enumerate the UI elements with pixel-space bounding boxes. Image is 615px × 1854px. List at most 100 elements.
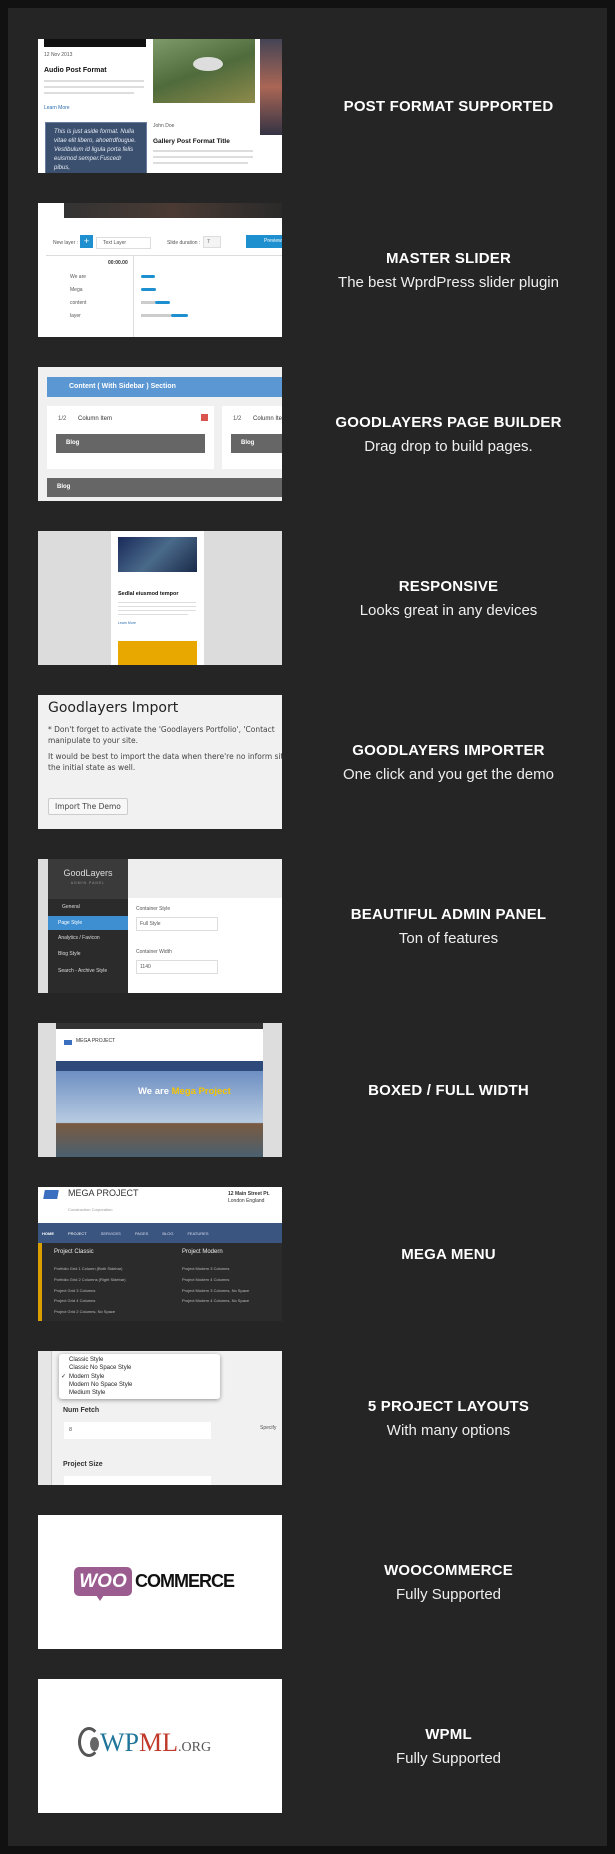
feature-title: WOOCOMMERCE [384, 1561, 513, 1579]
preview-button[interactable]: Preview [246, 235, 282, 248]
site-logo: MEGA PROJECT [76, 1038, 116, 1044]
mega-menu-link[interactable]: Project Modern 4 Columns [182, 1275, 249, 1286]
feature-title: GOODLAYERS IMPORTER [352, 741, 545, 759]
num-fetch-input[interactable]: 8 [64, 1422, 211, 1439]
admin-panel-screenshot: GoodLayers ADMIN PANEL General Page Styl… [38, 859, 282, 993]
blog-item[interactable]: Blog [47, 478, 282, 497]
admin-menu-blog-style[interactable]: Blog Style [48, 947, 128, 961]
mega-menu-screenshot: MEGA PROJECT Construction Corporation 12… [38, 1187, 282, 1321]
hero-text: We are [138, 1086, 169, 1097]
mega-menu-link[interactable]: Project Modern 3 Columns, No Space [182, 1286, 249, 1297]
layer-type-select[interactable]: Text Layer [96, 237, 151, 249]
nav-home[interactable]: HOME [42, 1231, 54, 1236]
slide-duration-label: Slide duration : [167, 240, 201, 246]
feature-title: MASTER SLIDER [385, 249, 512, 267]
container-width-input[interactable]: 1140 [136, 960, 218, 974]
nav-pages[interactable]: PAGES [135, 1231, 149, 1236]
dropdown-option[interactable]: Classic Style [59, 1356, 220, 1364]
feature-subtitle: Ton of features [398, 929, 499, 947]
option-label: Modern No Space Style [69, 1381, 133, 1388]
hero-highlight: Mega Project [171, 1086, 231, 1097]
nav-project[interactable]: PROJECT [68, 1231, 87, 1236]
admin-menu-general[interactable]: General [48, 899, 128, 916]
learn-more-link[interactable]: Learn More [118, 621, 136, 625]
container-style-select[interactable]: Full Style [136, 917, 218, 931]
feature-mega-menu: MEGA PROJECT Construction Corporation 12… [38, 1187, 607, 1321]
site-logo: MEGA PROJECT [68, 1188, 139, 1198]
column-size[interactable]: 1/2 [58, 416, 66, 422]
field-hint: Specify [260, 1425, 277, 1431]
logo-icon [43, 1190, 59, 1199]
admin-menu-page-style[interactable]: Page Style [48, 916, 128, 930]
slide-duration-input[interactable]: 7 [203, 236, 221, 248]
field-label: Container Style [136, 906, 171, 912]
post-author: John Doe [153, 123, 175, 129]
import-note: It would be best to import the data when… [48, 752, 282, 772]
admin-menu-analytics[interactable]: Analytics / Favicon [48, 931, 128, 945]
blog-item[interactable]: Blog [56, 434, 205, 453]
feature-post-format: 12 Nov 2013 Audio Post Format Learn More… [38, 39, 607, 173]
blog-item[interactable]: Blog [231, 434, 282, 453]
dropdown-option[interactable]: Modern No Space Style [59, 1381, 220, 1389]
mega-menu-link[interactable]: Project Grid 2 Columns, No Space [54, 1307, 126, 1318]
dropdown-option[interactable]: ✓ Modern Style [59, 1373, 220, 1381]
feature-title: RESPONSIVE [398, 577, 499, 595]
woo-mark: WOO [74, 1567, 132, 1596]
mega-menu-link[interactable]: Portfolio Grid 1 Column (Both Sidebar) [54, 1264, 126, 1275]
timeline-time: 00:00.00 [108, 260, 128, 266]
admin-menu-search[interactable]: Search - Archive Style [48, 964, 128, 978]
feature-project-layouts: Classic Style Classic No Space Style ✓ Mode… [38, 1351, 607, 1485]
stadium-image [153, 39, 255, 103]
import-heading: Goodlayers Import [48, 700, 179, 716]
nav-blog[interactable]: BLOG [162, 1231, 173, 1236]
mega-menu-link[interactable]: Project Grid 3 Columns [54, 1286, 126, 1297]
mega-menu-link[interactable]: Project Modern 4 Columns, No Space [182, 1296, 249, 1307]
feature-page-builder: Content ( With Sidebar ) Section 1/2 Col… [38, 367, 607, 501]
layer-row[interactable]: We are [70, 274, 86, 280]
mega-menu-link[interactable]: Project Modern 3 Columns [182, 1264, 249, 1275]
layer-row[interactable]: layer [70, 313, 81, 319]
feature-title: BOXED / FULL WIDTH [368, 1081, 529, 1099]
new-layer-label: New layer : [53, 240, 79, 246]
logo-subtitle: Construction Corporation [68, 1207, 113, 1212]
delete-icon[interactable] [201, 414, 208, 421]
section-header[interactable]: Content ( With Sidebar ) Section [47, 377, 282, 397]
feature-subtitle: With many options [386, 1421, 511, 1439]
mega-col-title: Project Classic [54, 1249, 94, 1255]
feature-title: BEAUTIFUL ADMIN PANEL [350, 905, 547, 923]
layer-row[interactable]: Mega [70, 287, 83, 293]
master-slider-screenshot: New layer : + Text Layer Slide duration … [38, 203, 282, 337]
mega-menu-link[interactable]: Portfolio Grid 2 Columns (Right Sidebar) [54, 1275, 126, 1286]
project-layouts-screenshot: Classic Style Classic No Space Style ✓ Mode… [38, 1351, 282, 1485]
project-style-dropdown[interactable]: Classic Style Classic No Space Style ✓ Mode… [59, 1354, 220, 1399]
option-label: Classic No Space Style [69, 1365, 132, 1372]
dropdown-option[interactable]: Medium Style [59, 1389, 220, 1397]
hero-image [56, 1071, 263, 1157]
feature-subtitle: Drag drop to build pages. [364, 437, 533, 455]
option-label: Medium Style [69, 1390, 106, 1397]
post-date: 12 Nov 2013 [44, 52, 73, 58]
building-image [118, 537, 197, 572]
commerce-text: COMMERCE [135, 1571, 235, 1591]
site-nav [56, 1061, 263, 1071]
feature-admin-panel: GoodLayers ADMIN PANEL General Page Styl… [38, 859, 607, 993]
feature-subtitle: Fully Supported [395, 1749, 502, 1767]
importer-screenshot: Goodlayers Import * Don't forget to acti… [38, 695, 282, 829]
feature-subtitle: One click and you get the demo [343, 765, 554, 783]
feature-subtitle: Looks great in any devices [359, 601, 538, 619]
layer-row[interactable]: content [70, 300, 86, 306]
import-demo-button[interactable]: Import The Demo [48, 798, 128, 815]
post-title: Sedlal eiusmod tempor [118, 591, 179, 597]
learn-more-link[interactable]: Learn More [44, 105, 70, 111]
add-layer-button[interactable]: + [80, 235, 93, 248]
column-size[interactable]: 1/2 [233, 416, 241, 422]
responsive-screenshot: Sedlal eiusmod tempor Learn More [38, 531, 282, 665]
boxed-screenshot: MEGA PROJECT We are Mega Project [38, 1023, 282, 1157]
dropdown-option[interactable]: Classic No Space Style [59, 1364, 220, 1372]
mega-menu-link[interactable]: Project Grid 4 Columns [54, 1296, 126, 1307]
nav-services[interactable]: SERVICES [101, 1231, 121, 1236]
nav-features[interactable]: FEATURES [187, 1231, 208, 1236]
column-item-label: Column Item [253, 416, 282, 422]
woocommerce-logo: WOO COMMERCE [38, 1515, 282, 1649]
feature-importer: Goodlayers Import * Don't forget to acti… [38, 695, 607, 829]
